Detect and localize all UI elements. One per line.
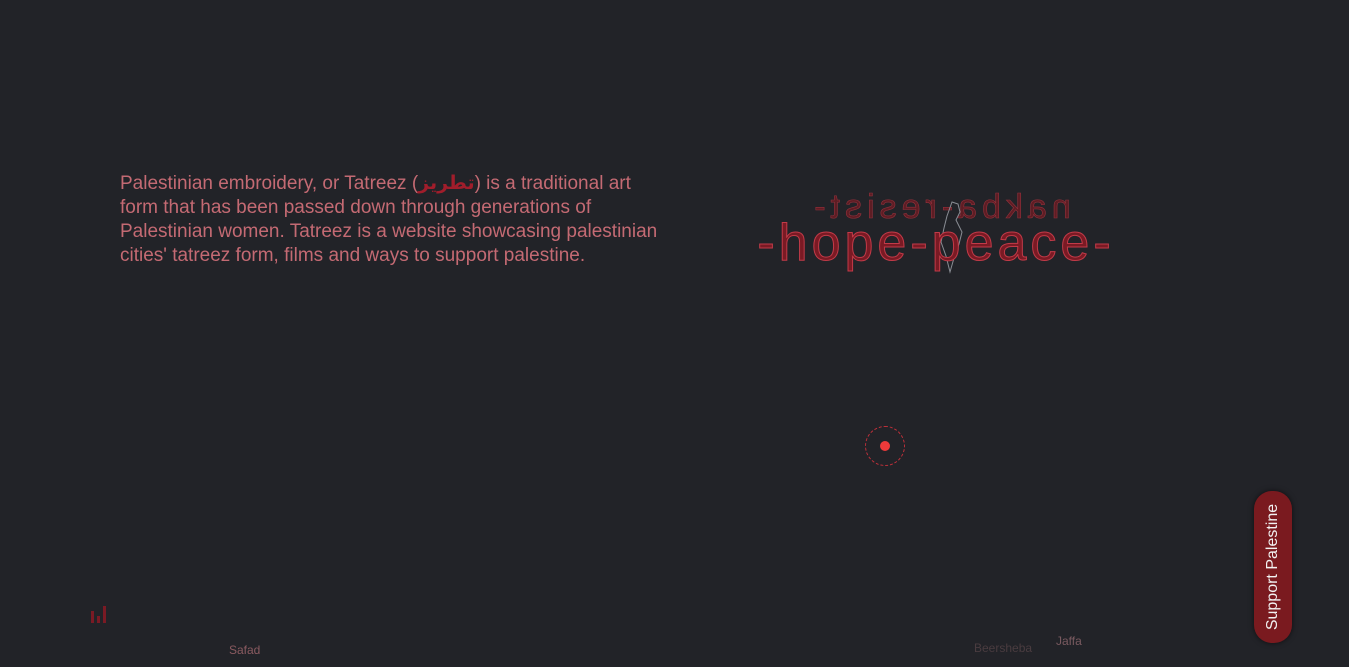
city-link-jaffa[interactable]: Jaffa [1056,634,1082,648]
support-palestine-label: Support Palestine [1264,503,1281,631]
page: Palestinian embroidery, or Tatreez (تطري… [0,0,1349,667]
sound-bars-icon[interactable] [90,603,108,623]
rotating-word-ring: nakba-resist- -hope-peace- [757,188,1114,274]
intro-paragraph: Palestinian embroidery, or Tatreez (تطري… [120,172,660,268]
city-link-beersheba[interactable]: Beersheba [974,641,1032,655]
intro-text-before: Palestinian embroidery, or Tatreez ( [120,173,419,194]
ring-text-front: -hope-peace- [757,214,1114,272]
support-palestine-button[interactable]: Support Palestine [1254,491,1292,643]
cursor-dot [880,441,890,451]
city-link-safad[interactable]: Safad [229,643,260,657]
intro-arabic-word: تطريز [418,173,475,194]
